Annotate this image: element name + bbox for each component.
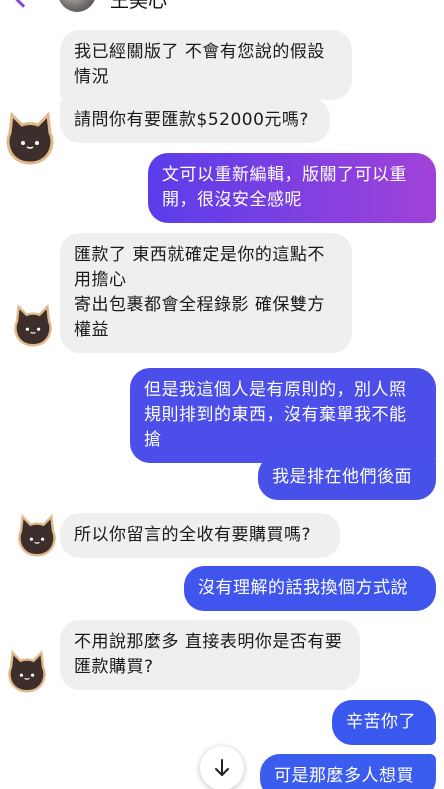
scroll-to-bottom-button[interactable] [200,746,244,789]
chat-header: 王美心 [0,0,444,18]
message-text: 文可以重新編輯，版關了可以重開，很沒安全感呢 [162,165,407,210]
message-text: 可是那麼多人想買 [274,766,414,786]
contact-name: 王美心 [110,0,168,12]
outgoing-message[interactable]: 可是那麼多人想買 [260,754,436,789]
incoming-message[interactable]: 匯款了 東西就確定是你的這點不用擔心 寄出包裹都會全程錄影 確保雙方權益 [60,233,352,353]
message-text: 匯款了 東西就確定是你的這點不用擔心 寄出包裹都會全程錄影 確保雙方權益 [74,245,325,340]
incoming-message[interactable]: 我已經關版了 不會有您說的假設情況 [60,30,352,100]
contact-avatar[interactable] [2,648,52,696]
message-text: 所以你留言的全收有要購買嗎? [74,525,312,545]
message-text: 我是排在他們後面 [272,467,412,487]
outgoing-message[interactable]: 我是排在他們後面 [258,455,436,500]
contact-avatar[interactable] [12,512,62,560]
cat-avatar-icon [8,650,46,693]
chevron-left-icon[interactable] [10,0,36,8]
cat-avatar-icon [18,514,56,557]
incoming-message[interactable]: 不用說那麼多 直接表明你是否有要匯款購買? [60,620,360,690]
outgoing-message[interactable]: 文可以重新編輯，版關了可以重開，很沒安全感呢 [148,153,436,223]
message-text: 沒有理解的話我換個方式說 [198,578,408,598]
cat-avatar-icon [14,304,52,347]
outgoing-message[interactable]: 但是我這個人是有原則的，別人照規則排到的東西，沒有棄單我不能搶 [130,368,436,463]
message-text: 不用說那麼多 直接表明你是否有要匯款購買? [74,632,343,677]
message-text: 我已經關版了 不會有您說的假設情況 [74,42,325,87]
outgoing-message[interactable]: 辛苦你了 [332,700,436,745]
outgoing-message[interactable]: 沒有理解的話我換個方式說 [184,566,436,611]
message-text: 請問你有要匯款$52000元嗎? [74,110,309,130]
message-text: 辛苦你了 [346,712,416,732]
avatar[interactable] [58,0,96,12]
message-text: 但是我這個人是有原則的，別人照規則排到的東西，沒有棄單我不能搶 [144,380,407,450]
contact-avatar[interactable] [0,108,60,170]
contact-avatar[interactable] [8,302,58,350]
incoming-message[interactable]: 請問你有要匯款$52000元嗎? [60,98,330,143]
incoming-message[interactable]: 所以你留言的全收有要購買嗎? [60,513,340,558]
arrow-down-icon [215,759,229,776]
cat-avatar-icon [6,111,54,165]
